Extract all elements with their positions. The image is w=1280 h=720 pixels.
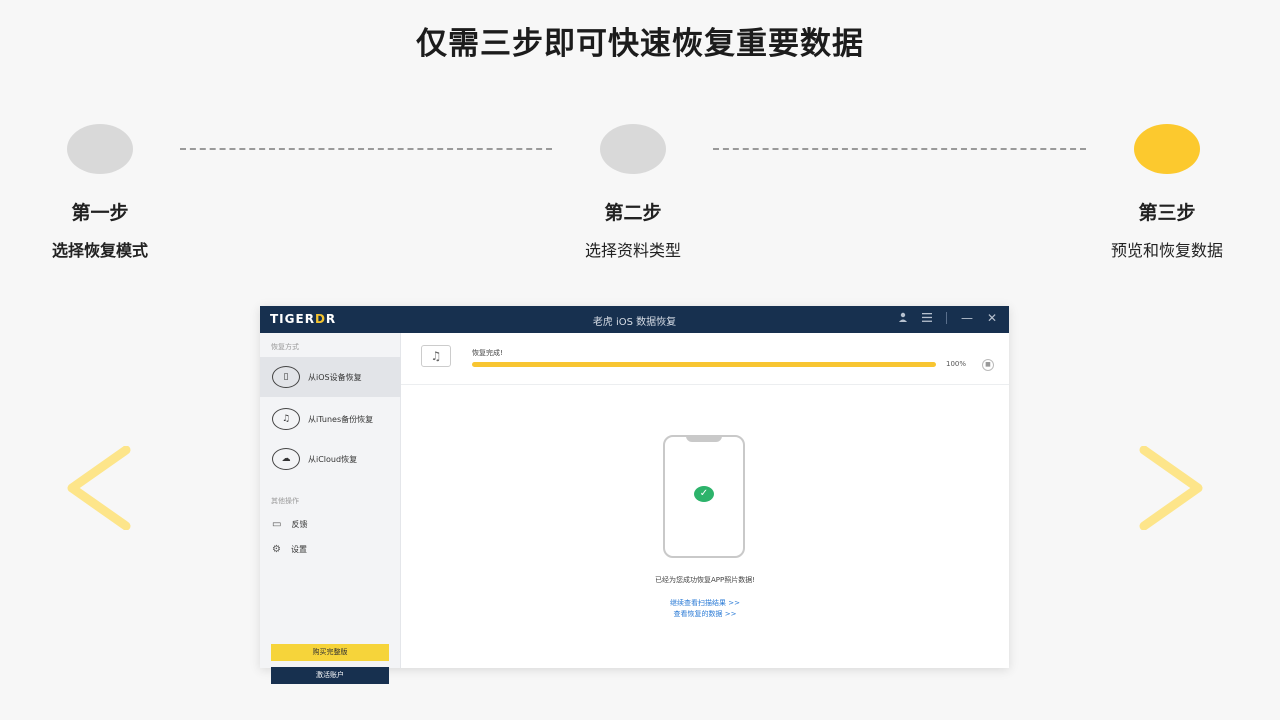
- carousel-next-button[interactable]: [1136, 445, 1206, 531]
- view-recovered-data-link[interactable]: 查看恢复的数据 >>: [401, 609, 1009, 619]
- step-1: 第一步 选择恢复模式: [0, 124, 200, 261]
- minimize-button[interactable]: —: [961, 311, 973, 325]
- stop-icon[interactable]: ■: [982, 359, 994, 371]
- sidebar-item-label: 设置: [290, 545, 307, 554]
- step-1-indicator: [67, 124, 133, 174]
- cloud-icon: ☁: [272, 448, 300, 470]
- page-title: 仅需三步即可快速恢复重要数据: [416, 26, 864, 62]
- gear-icon: ⚙: [272, 544, 281, 555]
- activate-account-button[interactable]: 激活账户: [271, 667, 389, 684]
- step-1-name: 第一步: [71, 202, 129, 224]
- sidebar-item-feedback[interactable]: ▭ 反馈: [272, 519, 307, 530]
- view-scan-results-link[interactable]: 继续查看扫描结果 >>: [401, 598, 1009, 608]
- step-2-desc: 选择资料类型: [584, 241, 681, 260]
- step-3-name: 第三步: [1138, 202, 1196, 224]
- result-message: 已经为您成功恢复APP照片数据!: [654, 576, 756, 584]
- sidebar-item-label: 反馈: [291, 520, 308, 529]
- music-icon: ♫: [272, 408, 300, 430]
- menu-icon[interactable]: [921, 311, 932, 325]
- buy-full-version-button[interactable]: 购买完整版: [271, 644, 389, 661]
- step-1-desc: 选择恢复模式: [51, 241, 148, 260]
- close-button[interactable]: ✕: [987, 311, 997, 325]
- user-icon[interactable]: [898, 311, 908, 325]
- main-panel: ♫ 恢复完成! 100% ■ ✓ 已经为您成功恢复APP照片数据! 继续查看扫描…: [401, 333, 1009, 668]
- step-connector-1: [180, 148, 552, 150]
- sidebar: 恢复方式 ▯ 从iOS设备恢复 ♫ 从iTunes备份恢复 ☁ 从iCloud恢…: [260, 333, 401, 684]
- other-heading: 其他操作: [271, 497, 299, 505]
- app-window: TIGERDR 老虎 iOS 数据恢复 — ✕ 恢复方式 ▯ 从iOS设备恢复 …: [260, 306, 1009, 684]
- sidebar-item-settings[interactable]: ⚙ 设置: [272, 544, 307, 555]
- step-2-indicator: [600, 124, 666, 174]
- phone-notch: [686, 435, 722, 442]
- step-3-desc: 预览和恢复数据: [1110, 241, 1223, 260]
- sidebar-item-icloud[interactable]: ☁ 从iCloud恢复: [260, 439, 401, 479]
- phone-illustration: ✓: [663, 435, 745, 558]
- check-icon: ✓: [694, 486, 714, 502]
- sidebar-item-label: 从iTunes备份恢复: [308, 414, 374, 424]
- step-2: 第二步 选择资料类型: [533, 124, 733, 261]
- recover-heading: 恢复方式: [271, 343, 299, 351]
- chevron-right-icon: [1139, 445, 1203, 531]
- progress-fill: [472, 362, 936, 367]
- progress-row: ♫ 恢复完成! 100% ■: [401, 333, 1009, 385]
- progress-percent: 100%: [946, 360, 967, 368]
- app-titlebar: TIGERDR 老虎 iOS 数据恢复 — ✕: [260, 306, 1009, 333]
- sidebar-item-ios-device[interactable]: ▯ 从iOS设备恢复: [260, 357, 401, 397]
- phone-icon: ▯: [272, 366, 300, 388]
- progress-bar: [472, 362, 936, 367]
- step-3: 第三步 预览和恢复数据: [1067, 124, 1267, 261]
- sidebar-item-itunes[interactable]: ♫ 从iTunes备份恢复: [260, 399, 401, 439]
- step-connector-2: [713, 148, 1086, 150]
- feedback-icon: ▭: [272, 519, 282, 530]
- step-3-indicator: [1134, 124, 1200, 174]
- music-note-icon: ♫: [421, 345, 451, 367]
- sidebar-item-label: 从iOS设备恢复: [308, 372, 362, 382]
- window-title: 老虎 iOS 数据恢复: [592, 317, 677, 328]
- step-2-name: 第二步: [604, 202, 662, 224]
- carousel-prev-button[interactable]: [64, 445, 134, 531]
- sidebar-item-label: 从iCloud恢复: [308, 454, 358, 464]
- window-controls: — ✕: [898, 311, 997, 325]
- controls-divider: [945, 312, 947, 324]
- chevron-left-icon: [67, 445, 131, 531]
- status-text: 恢复完成!: [472, 349, 503, 357]
